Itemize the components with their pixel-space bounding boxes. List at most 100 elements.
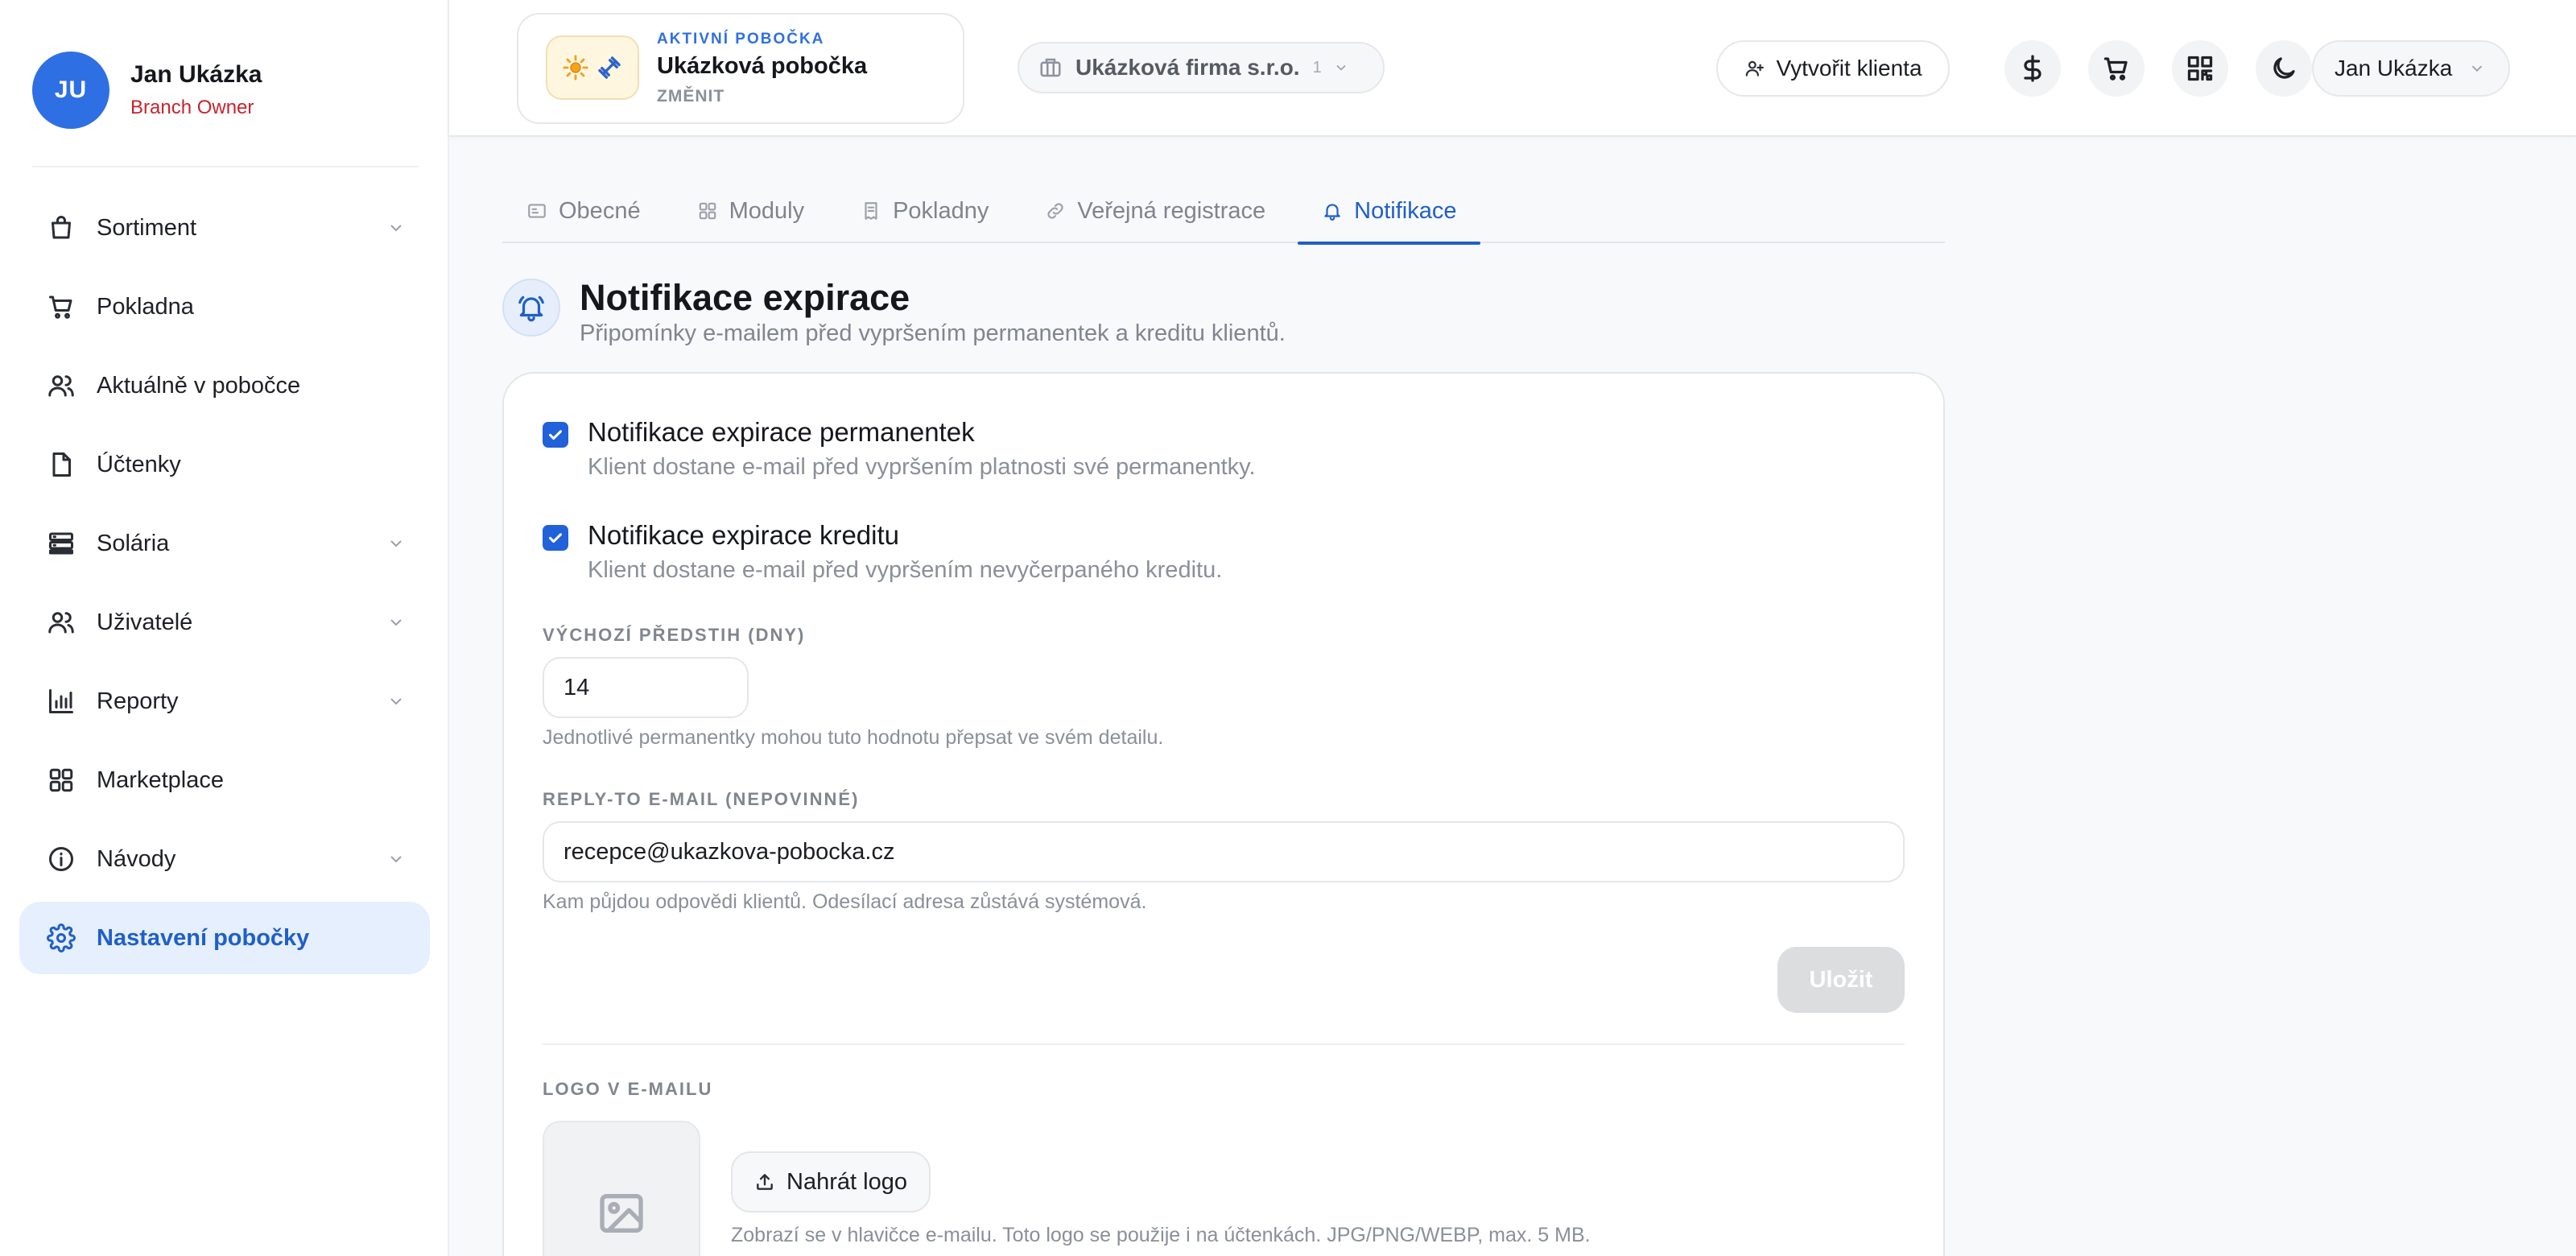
credit-expiry-label: Notifikace expirace kreditu: [588, 520, 900, 550]
sidebar-item-navody[interactable]: Návody: [19, 823, 430, 895]
gear-icon: [47, 923, 76, 952]
user-role: Branch Owner: [130, 97, 254, 118]
upload-icon: [757, 1174, 773, 1190]
tab-notifikace[interactable]: Notifikace: [1298, 179, 1481, 245]
create-client-label: Vytvořit klienta: [1776, 56, 1922, 81]
user-menu[interactable]: Jan Ukázka: [2312, 40, 2510, 97]
notification-settings-card: Notifikace expirace permanentek Klient d…: [502, 372, 1945, 1256]
credit-expiry-checkbox[interactable]: [543, 525, 568, 551]
chevron-down-icon: [386, 692, 406, 711]
sidebar-item-label: Aktuálně v pobočce: [97, 372, 301, 399]
id-card-icon: [528, 204, 546, 218]
dollar-icon: [2024, 55, 2041, 82]
sidebar-divider: [32, 166, 419, 167]
tab-label: Veřejná registrace: [1077, 197, 1266, 224]
company-selector[interactable]: Ukázková firma s.r.o. 1: [1018, 42, 1385, 93]
receipt-icon: [865, 202, 877, 220]
sidebar-item-reporty[interactable]: Reporty: [19, 665, 430, 737]
reply-to-label: REPLY-TO E-MAIL (NEPOVINNÉ): [543, 789, 860, 809]
sidebar-item-label: Sortiment: [97, 214, 197, 241]
pass-expiry-description: Klient dostane e-mail před vypršením pla…: [588, 454, 1256, 480]
link-icon: [1047, 203, 1063, 219]
sidebar: JU Jan Ukázka Branch Owner Sortiment Pok…: [0, 0, 449, 1256]
section-subtitle: Připomínky e-mailem před vypršením perma…: [580, 320, 1286, 346]
sidebar-item-aktualne[interactable]: Aktuálně v pobočce: [19, 349, 430, 422]
upload-logo-help: Zobrazí se v hlavičce e-mailu. Toto logo…: [731, 1224, 1591, 1246]
sidebar-item-label: Solária: [97, 530, 170, 556]
advance-days-input[interactable]: [543, 657, 749, 718]
tab-pokladny[interactable]: Pokladny: [836, 179, 1013, 243]
chevron-down-icon: [386, 613, 406, 632]
avatar: JU: [32, 52, 109, 129]
sidebar-item-label: Účtenky: [97, 451, 181, 477]
server-icon: [47, 529, 76, 558]
currency-button[interactable]: [2004, 40, 2061, 97]
pass-expiry-label: Notifikace expirace permanentek: [588, 417, 975, 447]
sidebar-item-sortiment[interactable]: Sortiment: [19, 192, 430, 264]
bell-icon: [1324, 204, 1340, 221]
qr-code-icon: [2187, 56, 2213, 81]
sidebar-item-label: Pokladna: [97, 293, 194, 320]
change-branch-link[interactable]: ZMĚNIT: [657, 87, 724, 106]
top-bar: AKTIVNÍ POBOČKA Ukázková pobočka ZMĚNIT …: [449, 0, 2576, 137]
grid-icon: [47, 766, 76, 795]
advance-days-help: Jednotlivé permanentky mohou tuto hodnot…: [543, 726, 1164, 749]
advance-days-label: VÝCHOZÍ PŘEDSTIH (DNY): [543, 625, 806, 645]
tab-obecne[interactable]: Obecné: [502, 179, 665, 243]
user-profile[interactable]: JU Jan Ukázka Branch Owner: [32, 52, 262, 129]
branch-logo: [546, 35, 639, 100]
sidebar-item-marketplace[interactable]: Marketplace: [19, 744, 430, 816]
create-client-button[interactable]: Vytvořit klienta: [1716, 40, 1950, 97]
logo-preview-placeholder: [543, 1121, 700, 1256]
qr-code-button[interactable]: [2172, 40, 2228, 97]
user-menu-label: Jan Ukázka: [2334, 56, 2453, 81]
active-branch-kicker: AKTIVNÍ POBOČKA: [657, 31, 825, 48]
email-logo-label: LOGO V E-MAILU: [543, 1079, 713, 1099]
sidebar-item-label: Nastavení pobočky: [97, 924, 310, 951]
building-icon: [1040, 58, 1061, 77]
upload-logo-label: Nahrát logo: [786, 1168, 907, 1195]
tab-label: Pokladny: [893, 197, 989, 224]
users-icon: [47, 608, 76, 637]
active-branch-name: Ukázková pobočka: [657, 53, 868, 79]
bell-ringing-icon: [502, 279, 560, 337]
chevron-down-icon: [386, 218, 406, 238]
sidebar-item-nastaveni-pobocky[interactable]: Nastavení pobočky: [19, 902, 430, 974]
tab-verejna-registrace[interactable]: Veřejná registrace: [1021, 179, 1290, 243]
save-button[interactable]: Uložit: [1777, 947, 1905, 1013]
dumbbell-icon: [598, 56, 621, 79]
section-title: Notifikace expirace: [580, 277, 910, 318]
cart-button[interactable]: [2088, 40, 2145, 97]
chevron-down-icon: [386, 849, 406, 869]
tab-label: Moduly: [729, 197, 805, 224]
pass-expiry-checkbox[interactable]: [543, 422, 568, 448]
reply-to-email-input[interactable]: [543, 821, 1905, 882]
check-icon: [549, 533, 562, 543]
chevron-down-icon: [1336, 64, 1346, 71]
file-icon: [47, 450, 76, 479]
image-icon: [600, 1194, 643, 1233]
tab-moduly[interactable]: Moduly: [673, 179, 829, 243]
chevron-down-icon: [386, 534, 406, 553]
sidebar-item-label: Uživatelé: [97, 609, 193, 635]
reply-to-help: Kam půjdou odpovědi klientů. Odesílací a…: [543, 890, 1147, 913]
sidebar-item-solaria[interactable]: Solária: [19, 507, 430, 580]
upload-logo-button[interactable]: Nahrát logo: [731, 1151, 931, 1213]
grid-icon: [699, 202, 716, 220]
sidebar-item-pokladna[interactable]: Pokladna: [19, 271, 430, 343]
sidebar-item-label: Marketplace: [97, 766, 224, 793]
active-branch-card[interactable]: AKTIVNÍ POBOČKA Ukázková pobočka ZMĚNIT: [517, 13, 964, 124]
chevron-down-icon: [2472, 65, 2483, 72]
credit-expiry-description: Klient dostane e-mail před vypršením nev…: [588, 557, 1223, 583]
sidebar-item-label: Návody: [97, 845, 176, 872]
sidebar-item-uzivatele[interactable]: Uživatelé: [19, 586, 430, 659]
theme-toggle-button[interactable]: [2256, 40, 2312, 97]
sidebar-nav: Sortiment Pokladna Aktuálně v pobočce Úč…: [19, 192, 430, 981]
shopping-bag-icon: [47, 213, 76, 242]
bar-chart-icon: [47, 687, 76, 716]
cart-icon: [47, 292, 76, 321]
tab-label: Notifikace: [1354, 197, 1457, 224]
settings-tabs: Obecné Moduly Pokladny Veřejná registrac…: [502, 179, 1945, 245]
sidebar-item-label: Reporty: [97, 688, 179, 714]
sidebar-item-uctenky[interactable]: Účtenky: [19, 428, 430, 501]
